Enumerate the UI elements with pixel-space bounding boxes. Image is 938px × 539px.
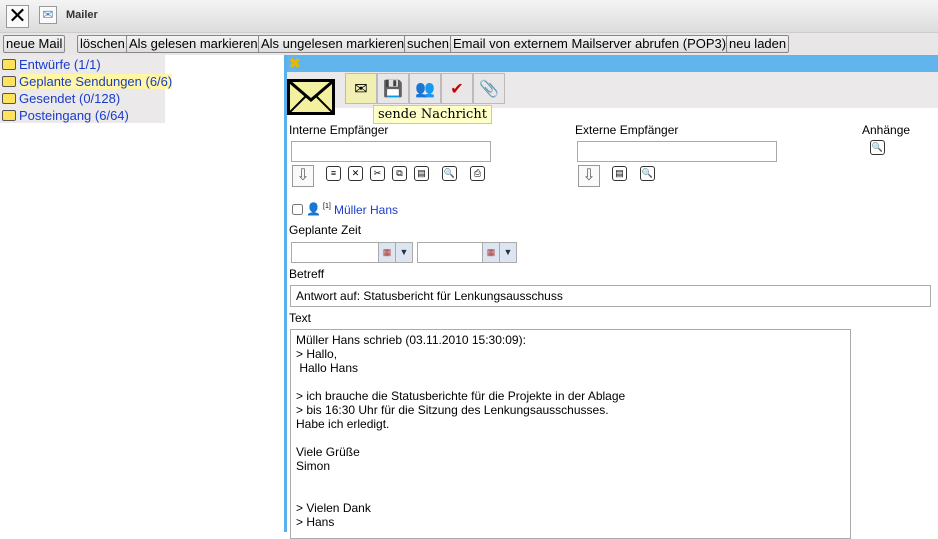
add-internal-arrow-icon[interactable]: ⇩ [292,165,314,187]
message-body-textarea[interactable]: Müller Hans schrieb (03.11.2010 15:30:09… [290,329,851,539]
attachments-label: Anhänge [862,123,911,137]
print-icon[interactable]: ⎙ [470,166,485,181]
folder-drafts[interactable]: Entwürfe (1/1) [2,56,101,73]
folder-icon [2,59,16,70]
external-recipients-label: Externe Empfänger [575,123,679,137]
subject-input[interactable] [290,285,931,307]
remove-icon[interactable]: ✕ [348,166,363,181]
calendar-icon[interactable]: ▦ [378,242,396,263]
reload-button[interactable]: neu laden [726,35,790,53]
folder-list: Entwürfe (1/1) Geplante Sendungen (6/6) … [0,55,173,124]
envelope-icon [287,79,335,115]
subject-label: Betreff [289,267,325,281]
close-icon[interactable]: ✕ [6,5,29,28]
copy-icon[interactable]: ⧉ [392,166,407,181]
attachments-search-icon[interactable]: 🔍 [870,140,885,155]
recipient-checkbox[interactable] [292,204,303,215]
chevron-down-icon[interactable]: ▼ [499,242,517,263]
paste-icon[interactable]: ▤ [414,166,429,181]
mail-icon: ✉ [39,6,57,24]
compose-header: ✖ [287,55,938,72]
mark-read-button[interactable]: Als gelesen markieren [126,35,261,53]
internal-recipients-label: Interne Empfänger [289,123,389,137]
recipient-name[interactable]: Müller Hans [334,203,398,217]
folder-sent[interactable]: Gesendet (0/128) [2,90,120,107]
cut-icon[interactable]: ✂ [370,166,385,181]
folder-scheduled[interactable]: Geplante Sendungen (6/6) [2,73,173,90]
folder-icon [2,76,16,87]
check-recipients-icon[interactable]: ✔ [441,73,473,104]
fetch-pop3-button[interactable]: Email von externem Mailserver abrufen (P… [450,35,730,53]
add-external-arrow-icon[interactable]: ⇩ [578,165,600,187]
search-icon[interactable]: 🔍 [442,166,457,181]
close-compose-icon[interactable]: ✖ [289,55,301,71]
attachment-icon[interactable]: 📎 [473,73,505,104]
text-label: Text [289,311,312,325]
list-icon[interactable]: ≡ [326,166,341,181]
delete-button[interactable]: löschen [77,35,128,53]
pane-divider[interactable] [284,55,287,532]
tooltip: sende Nachricht [373,105,492,124]
planned-time-input[interactable] [417,242,484,263]
folder-icon [2,93,16,104]
folder-icon [2,110,16,121]
title-bar: ✕ ✉ Mailer [0,0,938,33]
internal-recipients-input[interactable] [291,141,491,162]
menu-bar: neue Mail löschen Als gelesen markieren … [0,33,938,55]
search-external-icon[interactable]: 🔍 [640,166,655,181]
mark-unread-button[interactable]: Als ungelesen markieren [258,35,408,53]
paste-external-icon[interactable]: ▤ [612,166,627,181]
save-draft-icon[interactable]: 💾 [377,73,409,104]
folder-inbox[interactable]: Posteingang (6/64) [2,107,129,124]
send-icon[interactable]: ✉ [345,73,377,104]
address-book-icon[interactable]: 👥 [409,73,441,104]
calendar-icon[interactable]: ▦ [482,242,500,263]
window-title: Mailer [66,9,98,21]
planned-date-input[interactable] [291,242,379,263]
planned-time-label: Geplante Zeit [289,223,362,237]
recipient-badge: [1] [323,203,331,210]
external-recipients-input[interactable] [577,141,777,162]
search-button[interactable]: suchen [404,35,452,53]
chevron-down-icon[interactable]: ▼ [395,242,413,263]
user-icon: 👤 [306,202,321,216]
new-mail-button[interactable]: neue Mail [3,35,66,53]
